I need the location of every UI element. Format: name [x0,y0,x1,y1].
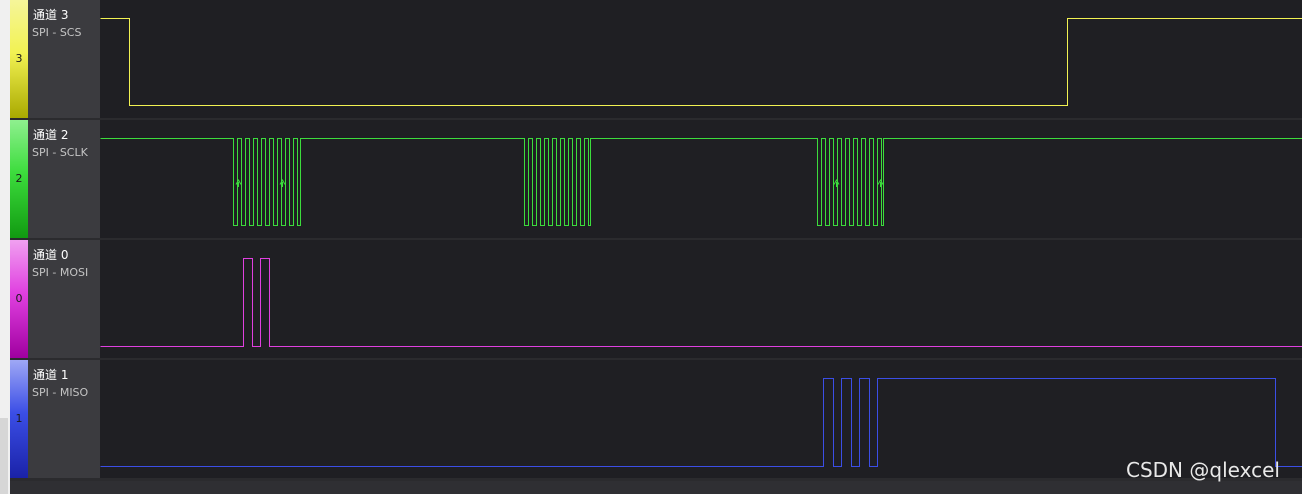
channel-row-2[interactable]: 2 通道 2 SPI - SCLK 0x500x000x00 [10,120,1302,255]
ruler-notch [0,418,8,494]
channel-name: 通道 1 [33,368,69,382]
channel-number: 2 [15,172,23,185]
channel-color-tab[interactable]: 1 [10,360,28,478]
waveform-trace [100,18,1302,106]
waveform-trace [100,378,1302,467]
rising-edge-arrow-icon [877,178,884,187]
logic-analyzer-window: 3 通道 3 SPI - SCS 2 通道 2 SPI - SCLK 0x500… [0,0,1302,494]
channel-name: 通道 0 [33,248,69,262]
channel-analyzer-desc: SPI - SCLK [32,146,88,159]
left-ruler [0,0,10,494]
channel-number: 0 [15,292,23,305]
waveform-svg [100,18,1302,106]
channel-number: 1 [15,412,23,425]
channel-label-panel[interactable]: 通道 0 SPI - MOSI [28,240,100,358]
channel-name: 通道 3 [33,8,69,22]
waveform-trace [100,138,1302,226]
rising-edge-arrow-icon [833,178,840,187]
channel-color-tab[interactable]: 3 [10,0,28,118]
channel-color-tab[interactable]: 2 [10,120,28,238]
channel-label-panel[interactable]: 通道 2 SPI - SCLK [28,120,100,238]
rising-edge-arrow-icon [279,178,286,187]
channel-label-panel[interactable]: 通道 1 SPI - MISO [28,360,100,478]
waveform-area-scs[interactable] [100,0,1302,118]
waveform-area-mosi[interactable]: 0x000x000x55 [100,240,1302,375]
waveform-trace [100,258,1302,347]
waveform-svg [100,378,1302,467]
rising-edge-arrow-icon [235,178,242,187]
channel-row-0[interactable]: 0 通道 0 SPI - MOSI 0x000x000x55 [10,240,1302,375]
channel-label-panel[interactable]: 通道 3 SPI - SCS [28,0,100,118]
channel-name: 通道 2 [33,128,69,142]
waveform-area-sclk[interactable]: 0x500x000x00 [100,120,1302,255]
bottom-bar [10,481,1302,494]
waveform-svg: 0x000x000x55 [100,258,1302,375]
channel-color-tab[interactable]: 0 [10,240,28,358]
channel-analyzer-desc: SPI - MOSI [32,266,89,279]
channel-number: 3 [15,52,23,65]
watermark-text: CSDN @qlexcel [1126,458,1280,482]
channel-row-3[interactable]: 3 通道 3 SPI - SCS [10,0,1302,118]
channel-analyzer-desc: SPI - SCS [32,26,82,39]
waveform-svg: 0x500x000x00 [100,138,1302,255]
channel-analyzer-desc: SPI - MISO [32,386,89,399]
waveform-area-miso[interactable] [100,360,1302,478]
channel-row-1[interactable]: 1 通道 1 SPI - MISO [10,360,1302,478]
